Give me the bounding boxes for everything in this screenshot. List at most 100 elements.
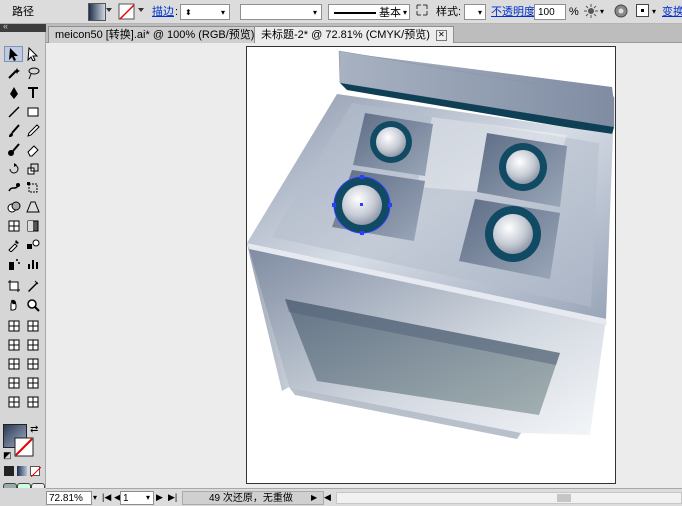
tab-untitled-2[interactable]: 未标题-2* @ 72.81% (CMYK/预览) ✕ — [254, 26, 454, 43]
slice-icon[interactable] — [23, 278, 42, 294]
shape-builder-icon[interactable] — [4, 199, 23, 215]
artboard[interactable] — [246, 46, 616, 484]
color-mode-icon[interactable] — [4, 466, 14, 476]
brush-definition[interactable]: 基本 ▾ — [328, 4, 410, 20]
eraser-icon[interactable] — [23, 142, 42, 158]
global-edit-icon[interactable] — [614, 4, 628, 20]
hand-icon[interactable] — [4, 297, 23, 313]
tab-label: meicon50 [转换].ai* @ 100% (RGB/预览) — [55, 29, 255, 41]
align-icon[interactable] — [416, 4, 428, 20]
zoom-field[interactable]: 72.81% — [46, 491, 92, 505]
horizontal-scrollbar[interactable] — [336, 492, 682, 504]
anchor-point[interactable] — [332, 203, 336, 207]
symbol-sprayer-icon[interactable] — [4, 256, 23, 272]
control-bar: 路径 描边 : ⬍ ▾ ▾ 基本 ▾ 样式: ▾ 不透明度 : 100 % ▾ … — [0, 0, 682, 24]
rectangular-grid-icon[interactable] — [4, 318, 23, 334]
warp-icon[interactable] — [4, 180, 23, 196]
scroll-left-icon[interactable]: ◀ — [324, 491, 331, 505]
stroke-swatch[interactable] — [14, 437, 34, 457]
recolor-dropdown-icon[interactable]: ▾ — [600, 4, 604, 20]
tab-meicon50[interactable]: meicon50 [转换].ai* @ 100% (RGB/预览)✕ — [48, 26, 279, 43]
artboard-dropdown-icon[interactable]: ▾ — [146, 491, 150, 505]
paintbrush-icon[interactable] — [4, 123, 23, 139]
eyedropper-icon[interactable] — [4, 237, 23, 253]
stroke-weight-field[interactable]: ⬍ ▾ — [180, 4, 230, 20]
stroke-panel-link[interactable]: 描边 — [152, 4, 174, 20]
fill-dropdown-arrow[interactable] — [106, 8, 112, 12]
brush-dropdown-icon[interactable]: ▾ — [403, 5, 407, 21]
status-info[interactable]: 49 次还原，无重做 — [182, 491, 324, 505]
blob-brush-icon[interactable] — [4, 142, 23, 158]
variable-width-profile[interactable]: ▾ — [240, 4, 322, 20]
zoom-icon[interactable] — [23, 297, 42, 313]
knife-icon[interactable] — [4, 356, 23, 372]
width-icon[interactable] — [23, 375, 42, 391]
rectangle-icon[interactable] — [23, 104, 42, 120]
profile-dropdown-icon[interactable]: ▾ — [313, 5, 317, 21]
fill-color-swatch[interactable] — [88, 3, 106, 21]
anchor-point[interactable] — [360, 175, 364, 179]
tools-panel-footer — [0, 488, 46, 506]
collapse-icon[interactable]: « — [3, 21, 8, 31]
bloat-icon[interactable] — [23, 394, 42, 410]
blend-icon[interactable] — [23, 237, 42, 253]
stove-artwork[interactable] — [247, 47, 615, 483]
history-status: 49 次还原，无重做 — [209, 493, 293, 504]
center-point[interactable] — [360, 203, 363, 206]
first-artboard-icon[interactable]: |◀ — [102, 491, 111, 505]
close-icon[interactable]: ✕ — [435, 29, 447, 41]
swap-colors-icon[interactable]: ⇄ — [30, 424, 38, 435]
style-dropdown-icon[interactable]: ▾ — [478, 5, 482, 21]
scrollbar-thumb[interactable] — [557, 494, 571, 502]
polar-grid-icon[interactable] — [23, 318, 42, 334]
zoom-value: 72.81% — [49, 493, 83, 504]
free-transform-icon[interactable] — [23, 180, 42, 196]
opacity-input[interactable]: 100 — [534, 4, 566, 20]
anchor-point[interactable] — [360, 231, 364, 235]
burner-cap — [506, 150, 540, 184]
lasso-icon[interactable] — [23, 65, 42, 81]
crop-icon[interactable] — [4, 375, 23, 391]
stroke-colon: : — [175, 6, 179, 18]
panel-grip[interactable]: « — [0, 21, 46, 32]
tools-panel: « ⇄ ◩ — [0, 21, 46, 500]
status-bar: 72.81% ▾ |◀ ◀ 1 ▾ ▶ ▶| 49 次还原，无重做 ▶ ◀ — [46, 488, 682, 506]
recolor-artwork-icon[interactable] — [584, 4, 598, 20]
direct-selection-icon[interactable] — [23, 46, 42, 62]
brush-stroke-preview — [334, 12, 376, 14]
line-icon[interactable] — [4, 104, 23, 120]
stroke-weight-spinner-icon[interactable]: ⬍ — [185, 5, 192, 21]
transform-reference-icon[interactable] — [636, 4, 649, 20]
scale-icon[interactable] — [23, 161, 42, 177]
gradient-icon[interactable] — [23, 218, 42, 234]
default-colors-icon[interactable]: ◩ — [3, 450, 12, 461]
next-artboard-icon[interactable]: ▶ — [156, 491, 163, 505]
anchor-point[interactable] — [388, 203, 392, 207]
type-icon[interactable] — [23, 85, 42, 101]
transform-panel-link[interactable]: 变换 — [662, 4, 682, 20]
gradient-mode-icon[interactable] — [17, 466, 27, 476]
stroke-weight-dropdown-icon[interactable]: ▾ — [221, 5, 225, 21]
measure-icon[interactable] — [4, 337, 23, 353]
graphic-style-picker[interactable]: ▾ — [464, 4, 486, 20]
selection-icon[interactable] — [4, 46, 23, 62]
magic-wand-icon[interactable] — [4, 65, 23, 81]
stroke-dropdown-arrow[interactable] — [138, 8, 144, 12]
mesh-icon[interactable] — [4, 218, 23, 234]
live-paint-icon[interactable] — [23, 337, 42, 353]
status-menu-icon[interactable]: ▶ — [311, 491, 317, 505]
artboard-icon[interactable] — [4, 278, 23, 294]
pucker-icon[interactable] — [4, 394, 23, 410]
last-artboard-icon[interactable]: ▶| — [168, 491, 177, 505]
pen-icon[interactable] — [4, 85, 23, 101]
perspective-icon[interactable] — [23, 199, 42, 215]
reference-dropdown-icon[interactable]: ▾ — [652, 4, 656, 20]
pencil-icon[interactable] — [23, 123, 42, 139]
style-label: 样式: — [436, 6, 462, 18]
stroke-color-swatch[interactable] — [118, 3, 136, 21]
scissors-icon[interactable] — [23, 356, 42, 372]
none-mode-icon[interactable] — [30, 466, 42, 478]
column-graph-icon[interactable] — [23, 256, 42, 272]
rotate-icon[interactable] — [4, 161, 23, 177]
zoom-dropdown-icon[interactable]: ▾ — [93, 491, 97, 505]
